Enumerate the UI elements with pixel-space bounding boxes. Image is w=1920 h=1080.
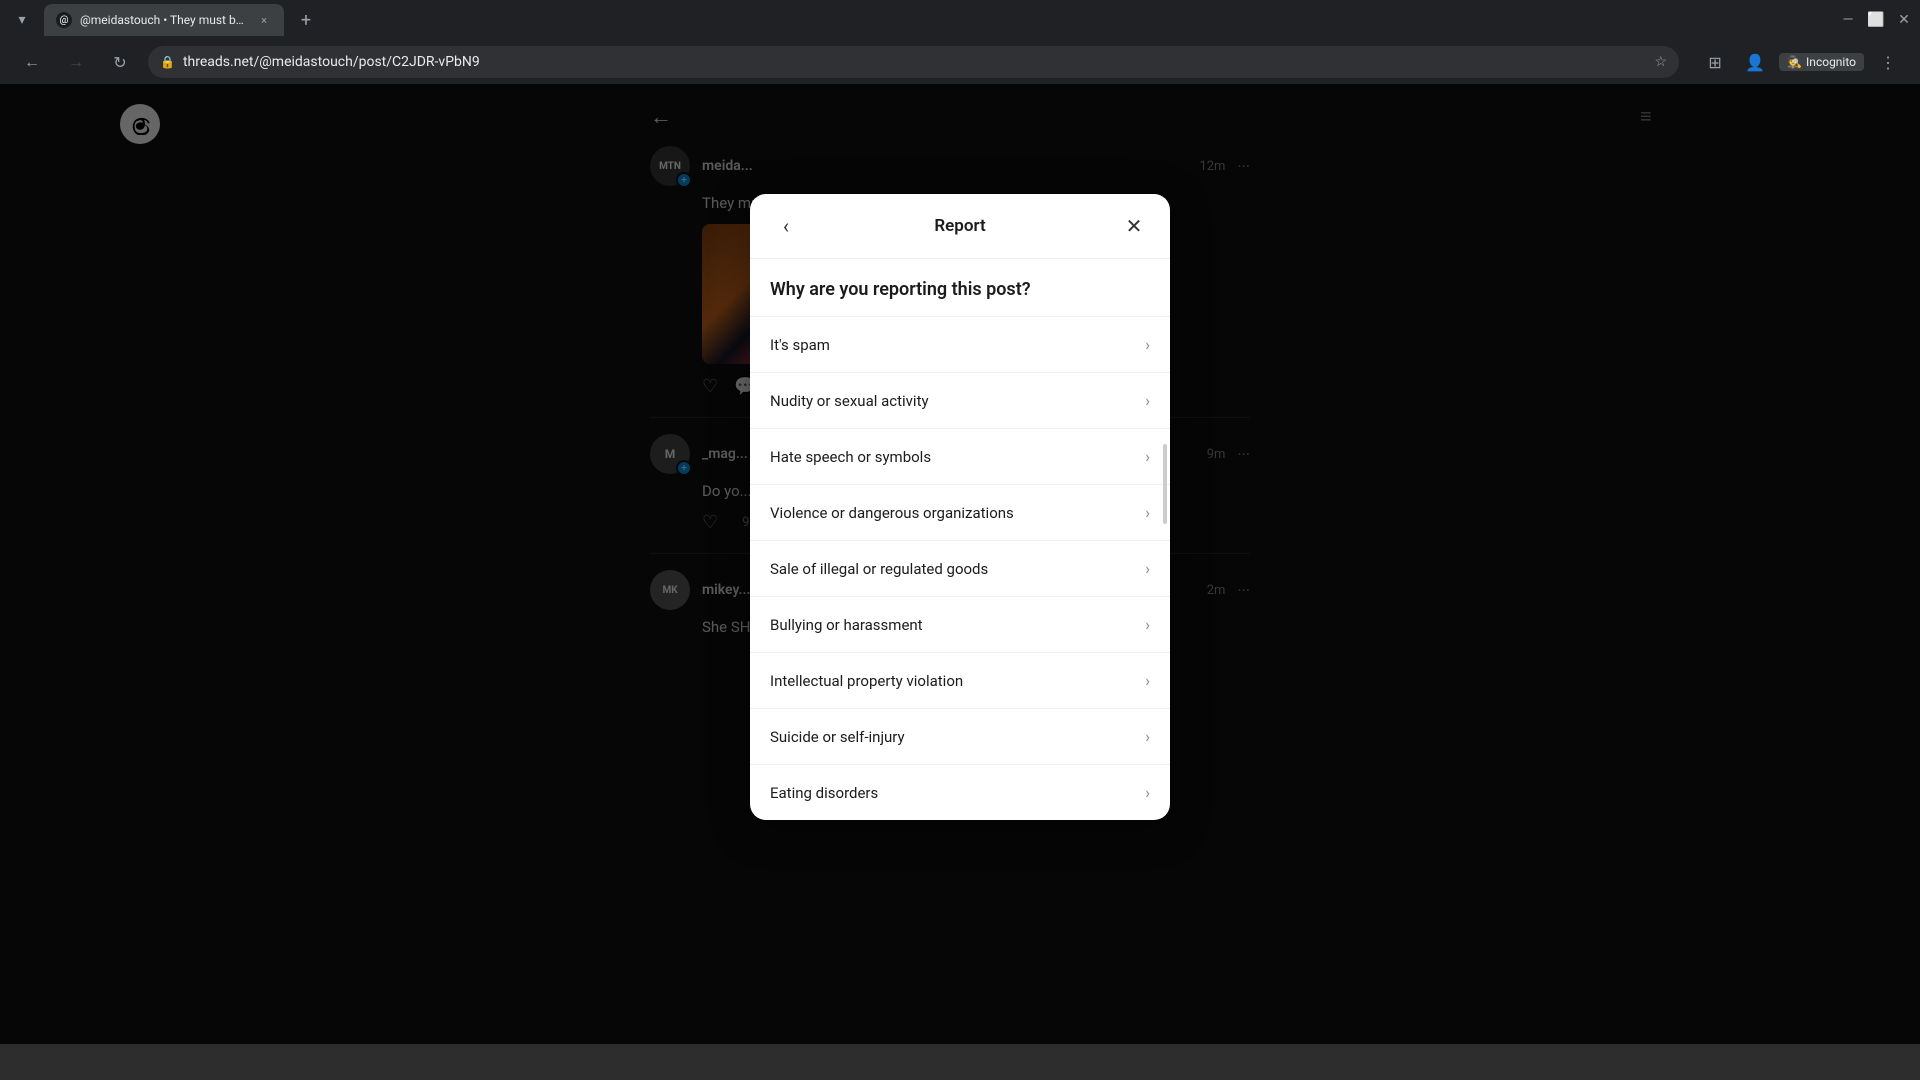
report-option-ip-label: Intellectual property violation	[770, 672, 963, 690]
report-option-eating-label: Eating disorders	[770, 784, 878, 802]
title-bar: ▾ @ @meidastouch • They must be... × + —…	[0, 0, 1920, 40]
hate-chevron-icon: ›	[1145, 447, 1150, 466]
active-tab[interactable]: @ @meidastouch • They must be... ×	[44, 4, 284, 36]
incognito-badge: 🕵 Incognito	[1779, 53, 1864, 71]
eating-chevron-icon: ›	[1145, 783, 1150, 802]
report-option-suicide[interactable]: Suicide or self-injury ›	[750, 708, 1170, 764]
profile-button[interactable]: 👤	[1739, 46, 1771, 78]
browser-toolbar: ⊞ 👤 🕵 Incognito ⋮	[1699, 46, 1904, 78]
window-controls: — ⬜ ✕	[1840, 12, 1912, 28]
tab-favicon: @	[56, 12, 72, 28]
spam-chevron-icon: ›	[1145, 335, 1150, 354]
favicon-text: @	[60, 15, 69, 26]
bookmark-icon[interactable]: ☆	[1655, 54, 1668, 70]
report-option-sale-label: Sale of illegal or regulated goods	[770, 560, 988, 578]
close-window-button[interactable]: ✕	[1896, 12, 1912, 28]
lock-icon: 🔒	[160, 55, 175, 69]
url-text: threads.net/@meidastouch/post/C2JDR-vPbN…	[183, 54, 480, 70]
browser-chrome: ▾ @ @meidastouch • They must be... × + —…	[0, 0, 1920, 84]
extensions-button[interactable]: ⊞	[1699, 46, 1731, 78]
modal-close-button[interactable]: ✕	[1118, 210, 1150, 242]
ip-chevron-icon: ›	[1145, 671, 1150, 690]
report-option-spam-label: It's spam	[770, 336, 830, 354]
report-option-nudity-label: Nudity or sexual activity	[770, 392, 929, 410]
report-option-spam[interactable]: It's spam ›	[750, 316, 1170, 372]
modal-title: Report	[934, 216, 985, 236]
url-bar[interactable]: 🔒 threads.net/@meidastouch/post/C2JDR-vP…	[148, 46, 1679, 78]
report-option-violence[interactable]: Violence or dangerous organizations ›	[750, 484, 1170, 540]
report-modal: ‹ Report ✕ Why are you reporting this po…	[750, 194, 1170, 820]
sale-chevron-icon: ›	[1145, 559, 1150, 578]
report-option-nudity[interactable]: Nudity or sexual activity ›	[750, 372, 1170, 428]
report-option-sale[interactable]: Sale of illegal or regulated goods ›	[750, 540, 1170, 596]
violence-chevron-icon: ›	[1145, 503, 1150, 522]
tab-close-button[interactable]: ×	[256, 12, 272, 28]
report-option-ip[interactable]: Intellectual property violation ›	[750, 652, 1170, 708]
tab-title: @meidastouch • They must be...	[80, 13, 248, 27]
report-option-bullying[interactable]: Bullying or harassment ›	[750, 596, 1170, 652]
page-content: ← MTN + meida... 12m ··· They must be...	[0, 84, 1920, 1044]
report-option-suicide-label: Suicide or self-injury	[770, 728, 905, 746]
modal-question: Why are you reporting this post?	[750, 259, 1170, 316]
menu-button[interactable]: ⋮	[1872, 46, 1904, 78]
modal-header: ‹ Report ✕	[750, 194, 1170, 259]
url-bar-right: ☆	[1655, 54, 1668, 70]
report-option-eating[interactable]: Eating disorders ›	[750, 764, 1170, 820]
report-option-bullying-label: Bullying or harassment	[770, 616, 923, 634]
report-option-violence-label: Violence or dangerous organizations	[770, 504, 1014, 522]
maximize-button[interactable]: ⬜	[1868, 12, 1884, 28]
minimize-button[interactable]: —	[1840, 12, 1856, 28]
modal-back-button[interactable]: ‹	[770, 210, 802, 242]
incognito-label: Incognito	[1806, 55, 1856, 69]
report-options-list: It's spam › Nudity or sexual activity › …	[750, 316, 1170, 820]
new-tab-button[interactable]: +	[292, 6, 320, 34]
report-option-hate-label: Hate speech or symbols	[770, 448, 931, 466]
refresh-button[interactable]: ↻	[104, 46, 136, 78]
tab-list-dropdown[interactable]: ▾	[8, 6, 36, 34]
back-button[interactable]: ←	[16, 46, 48, 78]
forward-button[interactable]: →	[60, 46, 92, 78]
report-option-hate[interactable]: Hate speech or symbols ›	[750, 428, 1170, 484]
modal-scrollbar[interactable]	[1163, 444, 1167, 524]
bullying-chevron-icon: ›	[1145, 615, 1150, 634]
modal-overlay[interactable]: ‹ Report ✕ Why are you reporting this po…	[0, 84, 1920, 1044]
suicide-chevron-icon: ›	[1145, 727, 1150, 746]
nudity-chevron-icon: ›	[1145, 391, 1150, 410]
address-bar: ← → ↻ 🔒 threads.net/@meidastouch/post/C2…	[0, 40, 1920, 84]
